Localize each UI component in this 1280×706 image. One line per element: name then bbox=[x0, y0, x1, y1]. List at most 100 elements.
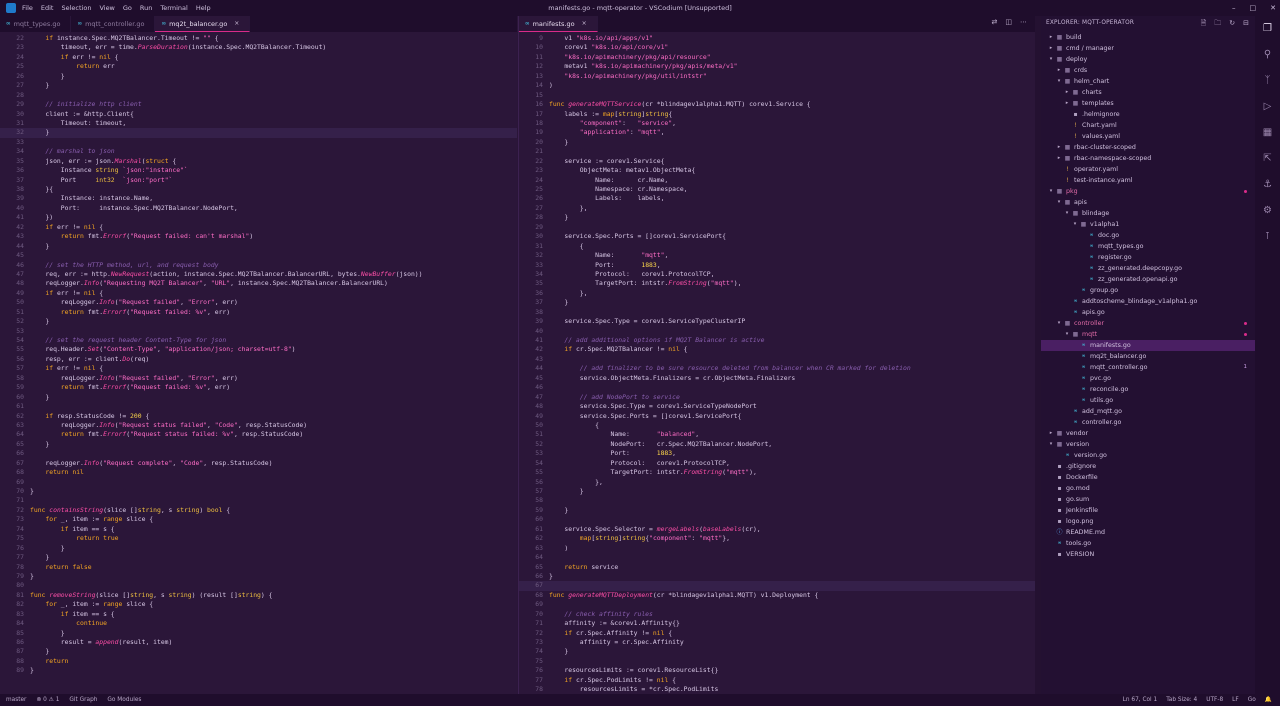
code-line[interactable]: 81 func removeString(slice []string, s st… bbox=[0, 591, 517, 600]
code-line[interactable]: 22 if instance.Spec.MQ2TBalancer.Timeout… bbox=[0, 34, 517, 43]
code-line[interactable]: 23 timeout, err = time.ParseDuration(ins… bbox=[0, 43, 517, 52]
code-line[interactable]: 56 }, bbox=[519, 478, 1035, 487]
code-line[interactable]: 11 "k8s.io/apimachinery/pkg/api/resource… bbox=[519, 53, 1035, 62]
tab-mqtt-types-go[interactable]: ∞ mqtt_types.go bbox=[0, 16, 72, 32]
code-line[interactable]: 43 return fmt.Errorf("Request failed: ca… bbox=[0, 232, 517, 241]
code-line[interactable]: 63 reqLogger.Info("Request status failed… bbox=[0, 421, 517, 430]
code-line[interactable]: 77 } bbox=[0, 553, 517, 562]
code-line[interactable]: 62 if resp.StatusCode != 200 { bbox=[0, 412, 517, 421]
code-line[interactable]: 45 bbox=[0, 251, 517, 260]
code-line[interactable]: 64 return fmt.Errorf("Request status fai… bbox=[0, 430, 517, 439]
code-line[interactable]: 42 if cr.Spec.MQ2TBalancer != nil { bbox=[519, 345, 1035, 354]
code-line[interactable]: 75 return true bbox=[0, 534, 517, 543]
code-line[interactable]: 60 bbox=[519, 515, 1035, 524]
tree-file[interactable]: ∞ reconcile.go bbox=[1041, 384, 1255, 395]
code-line[interactable]: 40 bbox=[519, 327, 1035, 336]
gear-icon[interactable]: ⚙ bbox=[1260, 202, 1276, 218]
code-line[interactable]: 39 Instance: instance.Name, bbox=[0, 194, 517, 203]
tree-folder[interactable]: ▾ ■ mqtt bbox=[1041, 329, 1255, 340]
code-line[interactable]: 27 }, bbox=[519, 204, 1035, 213]
code-line[interactable]: 36 Instance string `json:"instance"` bbox=[0, 166, 517, 175]
close-tab-icon[interactable]: × bbox=[582, 20, 587, 27]
tree-folder[interactable]: ▸ ■ build bbox=[1041, 32, 1255, 43]
code-line[interactable]: 73 affinity = cr.Spec.Affinity bbox=[519, 638, 1035, 647]
code-line[interactable]: 83 if item == s { bbox=[0, 610, 517, 619]
code-line[interactable]: 55 req.Header.Set("Content-Type", "appli… bbox=[0, 345, 517, 354]
code-line[interactable]: 76 } bbox=[0, 544, 517, 553]
tree-folder[interactable]: ▸ ■ templates bbox=[1041, 98, 1255, 109]
code-line[interactable]: 76 resourcesLimits := corev1.ResourceLis… bbox=[519, 666, 1035, 675]
code-line[interactable]: 21 bbox=[519, 147, 1035, 156]
tree-folder[interactable]: ▾ ■ version bbox=[1041, 439, 1255, 450]
minimize-icon[interactable]: – bbox=[1232, 4, 1236, 12]
code-line[interactable]: 51 Name: "balanced", bbox=[519, 430, 1035, 439]
tree-file[interactable]: ∞ controller.go bbox=[1041, 417, 1255, 428]
code-line[interactable]: 32 } bbox=[0, 128, 517, 138]
tree-folder[interactable]: ▾ ■ controller bbox=[1041, 318, 1255, 329]
menu-item-run[interactable]: Run bbox=[140, 4, 152, 12]
git-graph-icon[interactable]: ⊺ bbox=[1260, 228, 1276, 244]
code-line[interactable]: 51 return fmt.Errorf("Request failed: %v… bbox=[0, 308, 517, 317]
code-line[interactable]: 36 }, bbox=[519, 289, 1035, 298]
tree-folder[interactable]: ▸ ■ cmd / manager bbox=[1041, 43, 1255, 54]
code-line[interactable]: 37 Port int32 `json:"port"` bbox=[0, 176, 517, 185]
tab-manifests-go[interactable]: ∞ manifests.go × bbox=[519, 16, 598, 32]
tree-file[interactable]: ∞ register.go bbox=[1041, 252, 1255, 263]
code-line[interactable]: 18 "component": "service", bbox=[519, 119, 1035, 128]
tree-file[interactable]: ⓘ README.md bbox=[1041, 527, 1255, 538]
tree-file[interactable]: ∞ tools.go bbox=[1041, 538, 1255, 549]
code-line[interactable]: 61 service.Spec.Selector = mergeLabels(b… bbox=[519, 525, 1035, 534]
code-line[interactable]: 27 } bbox=[0, 81, 517, 90]
code-line[interactable]: 56 resp, err := client.Do(req) bbox=[0, 355, 517, 364]
code-line[interactable]: 10 corev1 "k8s.io/api/core/v1" bbox=[519, 43, 1035, 52]
code-line[interactable]: 30 service.Spec.Ports = []corev1.Service… bbox=[519, 232, 1035, 241]
code-line[interactable]: 13 "k8s.io/apimachinery/pkg/util/intstr" bbox=[519, 72, 1035, 81]
code-line[interactable]: 44 // add finalizer to be sure resource … bbox=[519, 364, 1035, 373]
code-line[interactable]: 42 if err != nil { bbox=[0, 223, 517, 232]
tree-file[interactable]: ∞ pvc.go bbox=[1041, 373, 1255, 384]
tab-mq2t-balancer-go[interactable]: ∞ mq2t_balancer.go × bbox=[155, 16, 251, 32]
tree-file[interactable]: ! values.yaml bbox=[1041, 131, 1255, 142]
code-line[interactable]: 17 labels := map[string]string{ bbox=[519, 110, 1035, 119]
code-line[interactable]: 35 json, err := json.Marshal(struct { bbox=[0, 157, 517, 166]
go-modules-button[interactable]: Go Modules bbox=[107, 697, 141, 703]
code-line[interactable]: 37 } bbox=[519, 298, 1035, 307]
code-line[interactable]: 54 // set the request header Content-Typ… bbox=[0, 336, 517, 345]
code-line[interactable]: 58 reqLogger.Info("Request failed", "Err… bbox=[0, 374, 517, 383]
code-line[interactable]: 69 bbox=[519, 600, 1035, 609]
line-endings[interactable]: LF bbox=[1232, 697, 1239, 703]
code-line[interactable]: 52 } bbox=[0, 317, 517, 326]
tree-file[interactable]: ∞ add_mqtt.go bbox=[1041, 406, 1255, 417]
code-line[interactable]: 64 bbox=[519, 553, 1035, 562]
code-line[interactable]: 29 bbox=[519, 223, 1035, 232]
code-line[interactable]: 52 NodePort: cr.Spec.MQ2TBalancer.NodePo… bbox=[519, 440, 1035, 449]
code-line[interactable]: 80 bbox=[0, 581, 517, 590]
code-line[interactable]: 26 Labels: labels, bbox=[519, 194, 1035, 203]
tree-folder[interactable]: ▾ ■ apis bbox=[1041, 197, 1255, 208]
code-line[interactable]: 48 service.Spec.Type = corev1.ServiceTyp… bbox=[519, 402, 1035, 411]
code-line[interactable]: 58 bbox=[519, 496, 1035, 505]
code-line[interactable]: 87 } bbox=[0, 647, 517, 656]
code-line[interactable]: 49 if err != nil { bbox=[0, 289, 517, 298]
code-line[interactable]: 25 Namespace: cr.Namespace, bbox=[519, 185, 1035, 194]
code-line[interactable]: 78 resourcesLimits = *cr.Spec.PodLimits bbox=[519, 685, 1035, 694]
tree-file[interactable]: ▪ logo.png bbox=[1041, 516, 1255, 527]
refresh-icon[interactable]: ↻ bbox=[1229, 19, 1235, 30]
tree-file[interactable]: ∞ doc.go bbox=[1041, 230, 1255, 241]
code-line[interactable]: 84 continue bbox=[0, 619, 517, 628]
code-line[interactable]: 67 bbox=[519, 581, 1035, 591]
tree-folder[interactable]: ▸ ■ charts bbox=[1041, 87, 1255, 98]
code-line[interactable]: 32 Name: "mqtt", bbox=[519, 251, 1035, 260]
code-editor-right[interactable]: 9 v1 "k8s.io/api/apps/v1" 10 corev1 "k8s.… bbox=[519, 34, 1035, 694]
menu-item-view[interactable]: View bbox=[99, 4, 114, 12]
tree-file[interactable]: ▪ Jenkinsfile bbox=[1041, 505, 1255, 516]
tree-file[interactable]: ∞ addtoscheme_blindage_v1alpha1.go bbox=[1041, 296, 1255, 307]
code-line[interactable]: 74 } bbox=[519, 647, 1035, 656]
code-line[interactable]: 19 "application": "mqtt", bbox=[519, 128, 1035, 137]
tree-folder[interactable]: ▸ ■ crds bbox=[1041, 65, 1255, 76]
code-line[interactable]: 85 } bbox=[0, 629, 517, 638]
language-mode[interactable]: Go bbox=[1248, 697, 1256, 703]
tree-file[interactable]: ▪ .helmignore bbox=[1041, 109, 1255, 120]
code-line[interactable]: 33 bbox=[0, 138, 517, 147]
tree-file[interactable]: ∞ utils.go bbox=[1041, 395, 1255, 406]
